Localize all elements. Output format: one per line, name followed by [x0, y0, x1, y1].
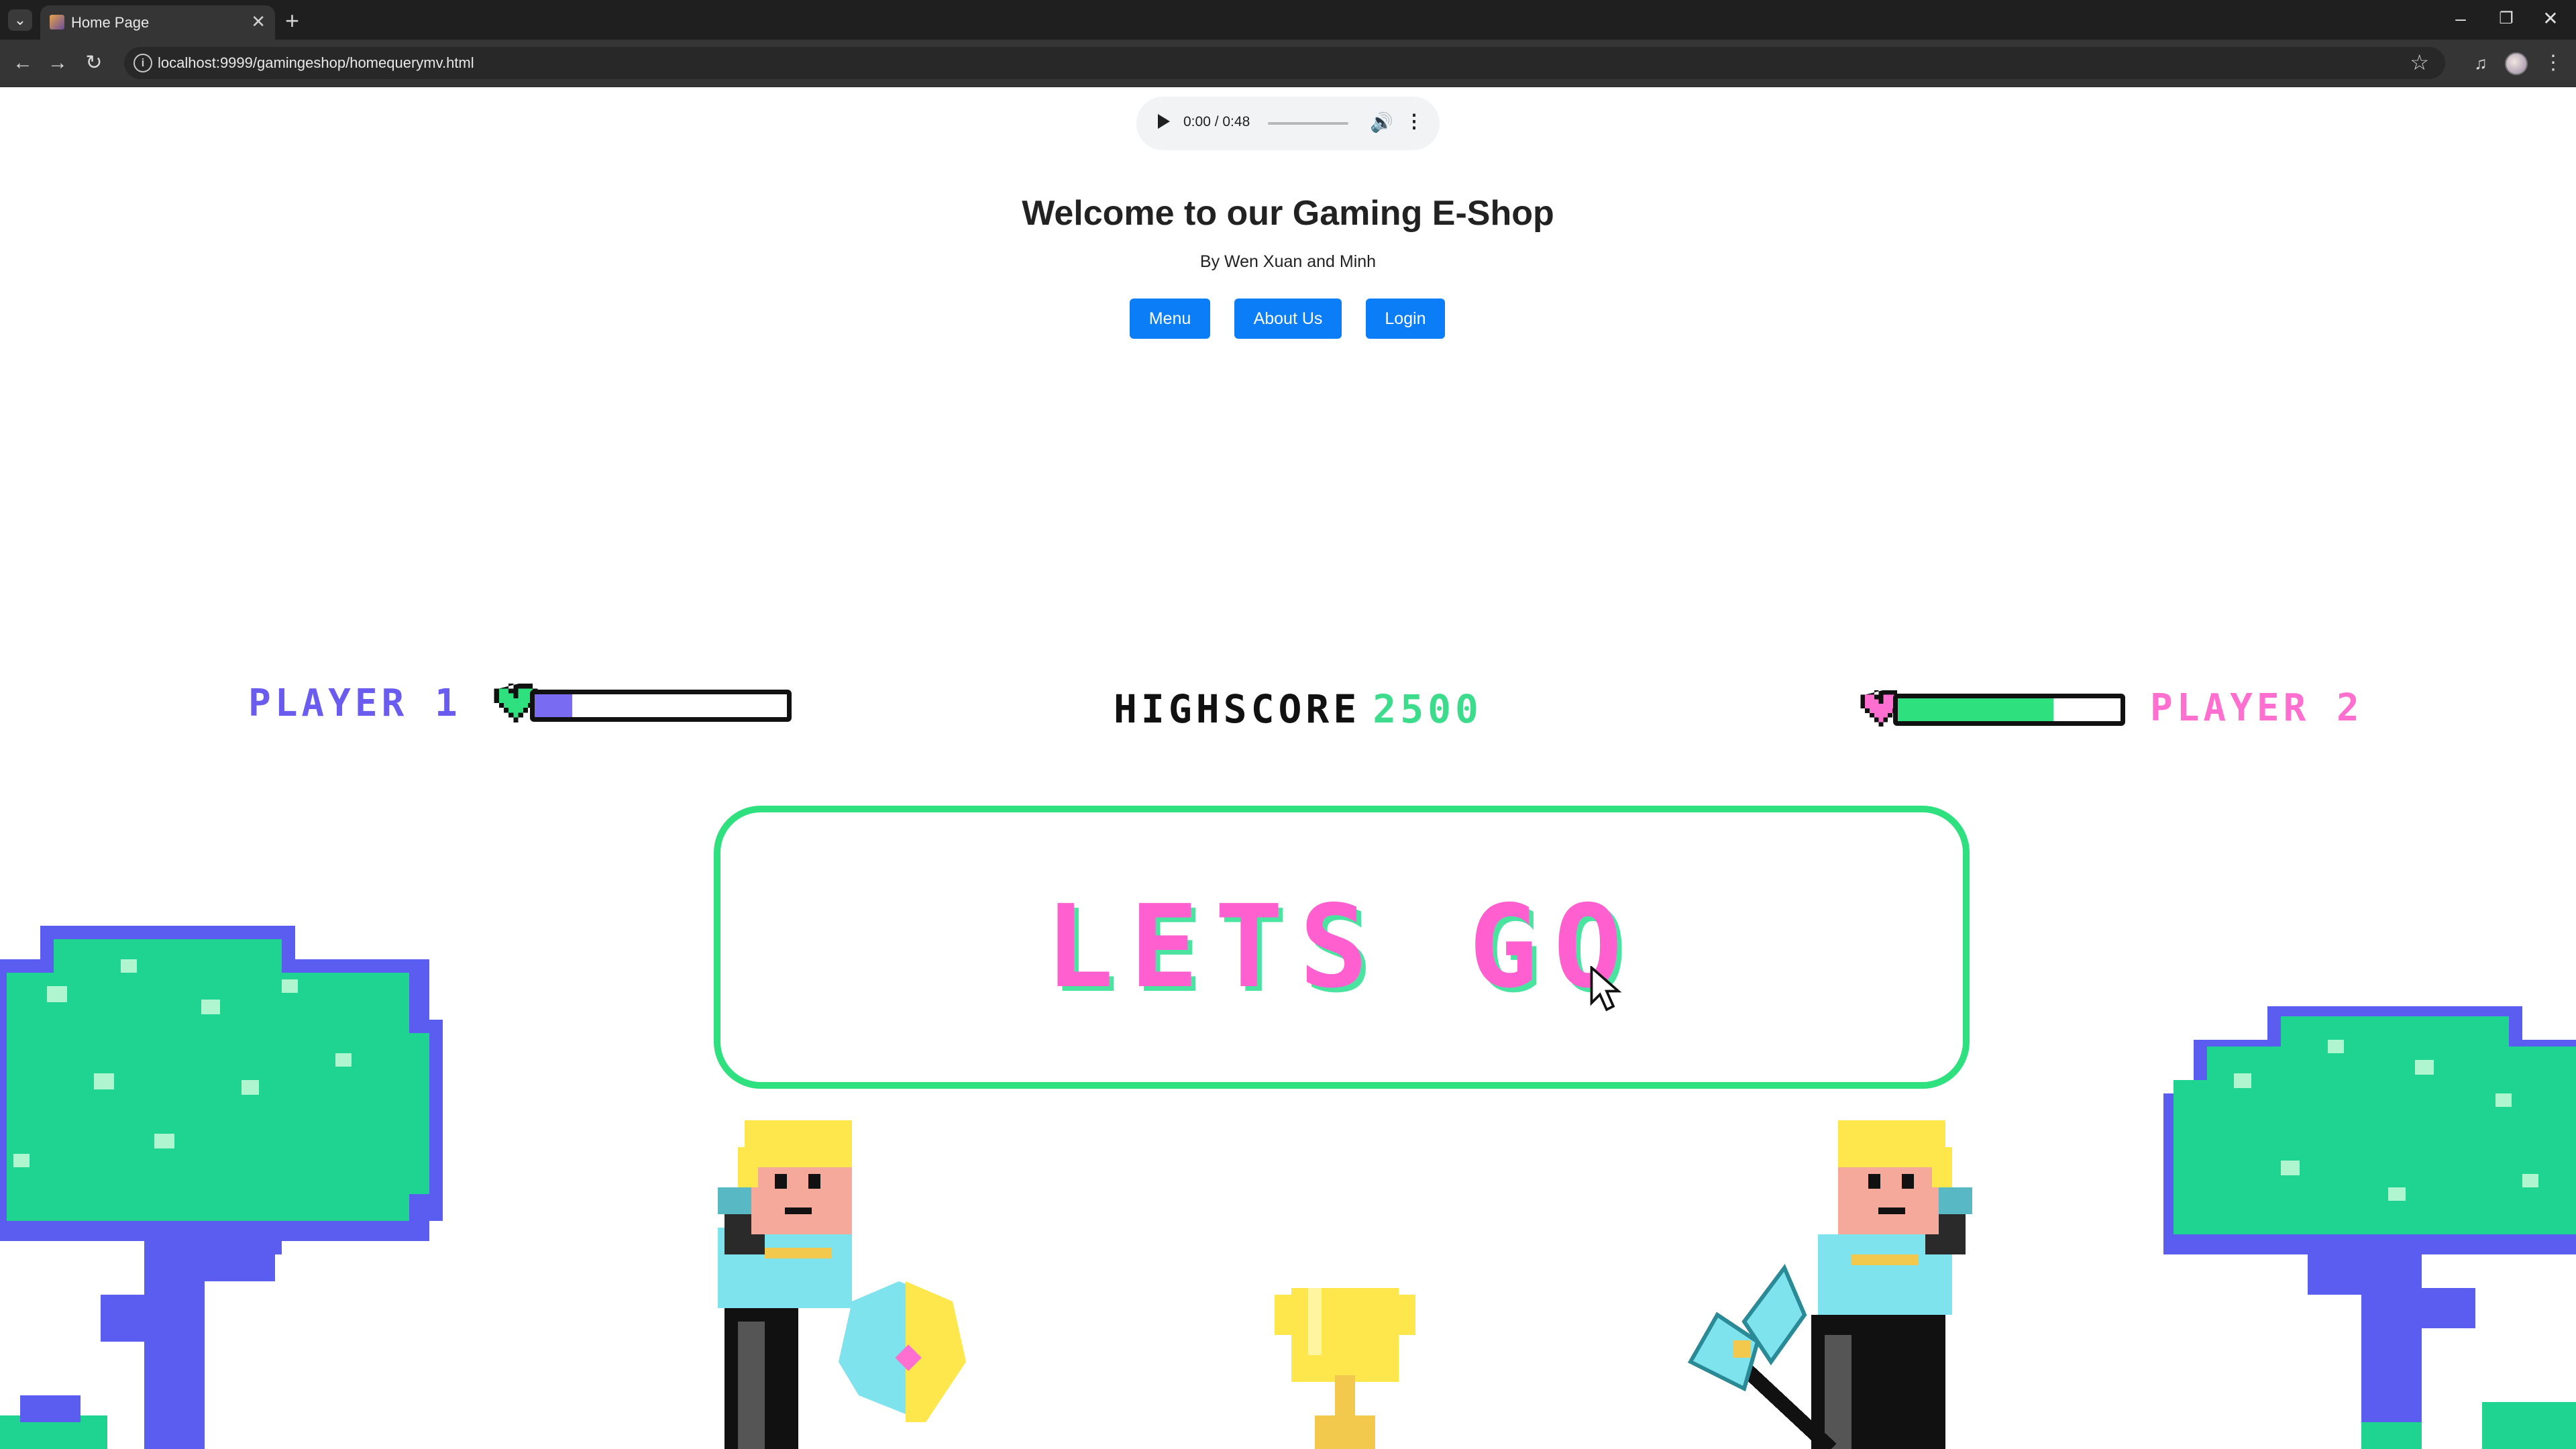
browser-tabstrip: ⌄ Home Page ✕ + – ❐ ✕ — [0, 0, 2576, 40]
back-icon[interactable]: ← — [9, 50, 36, 76]
url-text[interactable]: localhost:9999/gamingeshop/homequerymv.h… — [158, 54, 474, 72]
minimize-icon[interactable]: – — [2440, 5, 2481, 32]
right-tree-icon — [2163, 1006, 2576, 1449]
profile-avatar-icon[interactable] — [2505, 52, 2528, 75]
site-info-icon[interactable]: i — [133, 54, 152, 72]
knight-axe-icon — [1687, 1120, 1972, 1449]
left-tree-icon — [0, 926, 443, 1449]
close-window-icon[interactable]: ✕ — [2530, 5, 2571, 32]
tab-title: Home Page — [71, 14, 150, 31]
trophy-icon — [1275, 1288, 1415, 1449]
media-control-icon[interactable]: ♫ — [2467, 50, 2494, 76]
favicon-icon — [50, 15, 64, 30]
plus-icon[interactable]: + — [285, 7, 299, 35]
reload-icon[interactable]: ↻ — [80, 50, 107, 76]
knight-shield-icon — [718, 1120, 966, 1449]
browser-toolbar: ← → ↻ i localhost:9999/gamingeshop/homeq… — [0, 40, 2576, 87]
forward-icon[interactable]: → — [44, 50, 71, 76]
address-bar[interactable]: i localhost:9999/gamingeshop/homequerymv… — [124, 47, 2445, 79]
pixel-scenery — [0, 926, 2576, 1449]
tab-search-icon[interactable]: ⌄ — [8, 9, 32, 31]
page-viewport: 0:00 / 0:48 🔊 ⋮ Welcome to our Gaming E-… — [0, 87, 2576, 1449]
browser-tab[interactable]: Home Page ✕ — [40, 5, 275, 40]
close-icon[interactable]: ✕ — [251, 11, 266, 32]
restore-icon[interactable]: ❐ — [2486, 5, 2526, 32]
more-vert-icon[interactable]: ⋮ — [2540, 50, 2567, 76]
star-icon[interactable]: ☆ — [2410, 50, 2429, 75]
mouse-cursor-icon — [1590, 966, 1622, 1012]
